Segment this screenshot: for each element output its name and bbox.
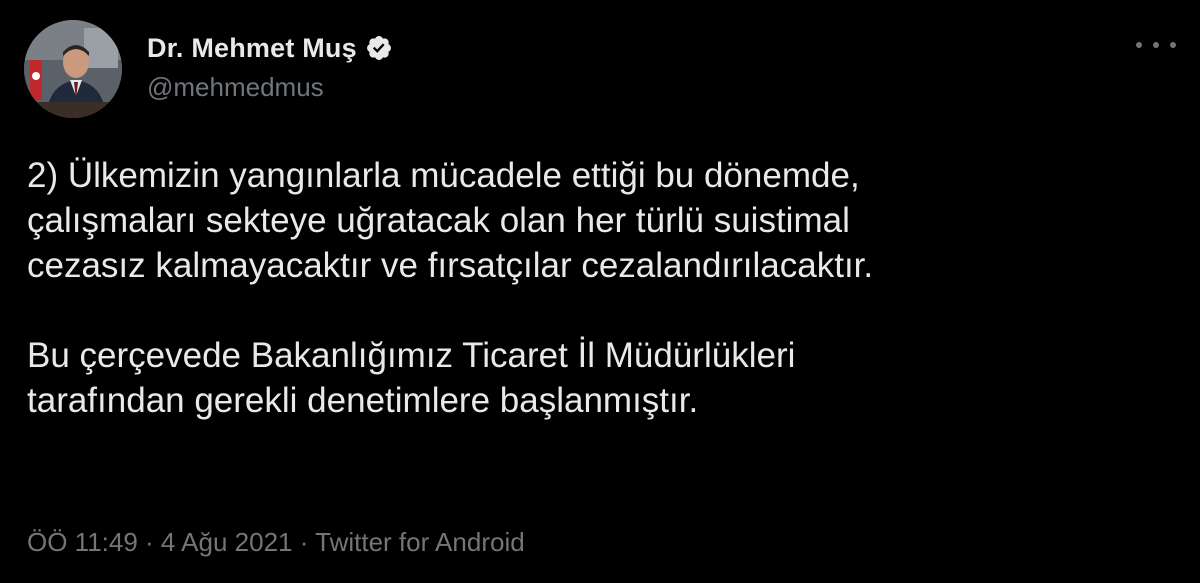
meta-separator: · (137, 527, 161, 557)
tweet-time[interactable]: ÖÖ 11:49 (27, 527, 138, 557)
author-handle[interactable]: @mehmedmus (147, 72, 324, 103)
verified-badge-icon (365, 34, 393, 62)
tweet-paragraph-2: Bu çerçevede Bakanlığımız Ticaret İl Müd… (27, 333, 1167, 423)
tweet-text: 2) Ülkemizin yangınlarla mücadele ettiği… (27, 153, 1167, 423)
more-dot (1153, 42, 1159, 48)
avatar-image (24, 20, 122, 118)
more-horizontal-icon[interactable] (1136, 33, 1176, 57)
avatar[interactable] (24, 20, 122, 118)
tweet-source[interactable]: Twitter for Android (315, 527, 525, 557)
tweet-date[interactable]: 4 Ağu 2021 (161, 527, 293, 557)
tweet-meta: ÖÖ 11:49 · 4 Ağu 2021 · Twitter for Andr… (27, 527, 525, 558)
tweet-line: Bu çerçevede Bakanlığımız Ticaret İl Müd… (27, 336, 796, 375)
author-name-row: Dr. Mehmet Muş (147, 30, 393, 66)
tweet-paragraph-1: 2) Ülkemizin yangınlarla mücadele ettiği… (27, 153, 1167, 288)
tweet-line: tarafından gerekli denetimlere başlanmış… (27, 381, 699, 420)
more-dot (1136, 42, 1142, 48)
more-dot (1170, 42, 1176, 48)
meta-separator: · (292, 527, 316, 557)
tweet-card: Dr. Mehmet Muş @mehmedmus 2) Ülkemizin y… (0, 0, 1200, 583)
display-name[interactable]: Dr. Mehmet Muş (147, 33, 357, 64)
tweet-line: 2) Ülkemizin yangınlarla mücadele ettiği… (27, 156, 860, 195)
tweet-line: çalışmaları sekteye uğratacak olan her t… (27, 201, 850, 240)
tweet-line: cezasız kalmayacaktır ve fırsatçılar cez… (27, 246, 874, 285)
